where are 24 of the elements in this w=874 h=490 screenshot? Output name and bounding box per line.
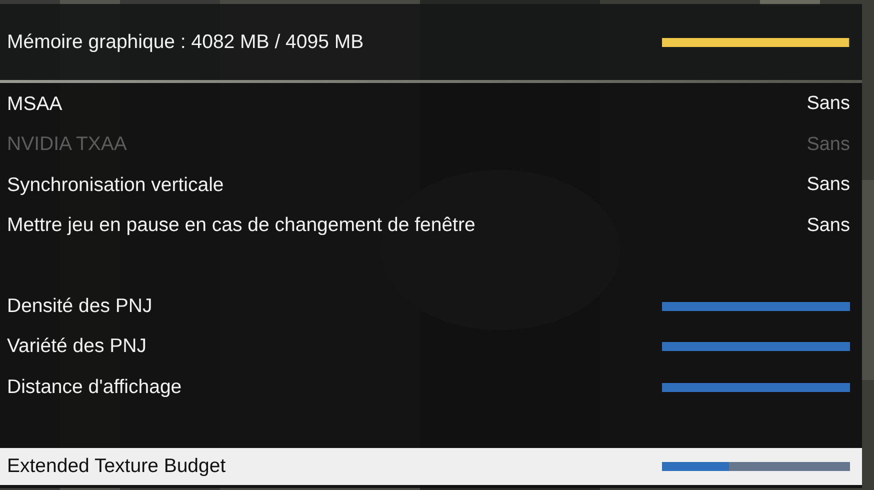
setting-label: Synchronisation verticale bbox=[7, 174, 224, 197]
setting-value: Sans bbox=[806, 93, 850, 116]
settings-row[interactable]: Extended Texture Budget bbox=[0, 448, 862, 484]
setting-label: Distance d'affichage bbox=[7, 376, 182, 399]
setting-label: Densité des PNJ bbox=[7, 294, 152, 318]
memory-label: Mémoire graphique : 4082 MB / 4095 MB bbox=[7, 30, 364, 54]
setting-label: Mettre jeu en pause en cas de changement de fenêtre bbox=[7, 214, 476, 238]
settings-row[interactable]: Mettre jeu en pause en cas de changement de fenêtre Sans bbox=[0, 206, 862, 246]
slider-fill[interactable] bbox=[662, 342, 850, 352]
setting-label: Extended Texture Budget bbox=[7, 454, 226, 478]
slider-fill[interactable] bbox=[662, 382, 850, 392]
settings-row[interactable]: MSAA Sans bbox=[0, 84, 862, 124]
setting-value: Sans bbox=[806, 214, 850, 237]
settings-row[interactable]: Synchronisation verticale Sans bbox=[0, 165, 862, 206]
settings-row[interactable]: Variété des PNJ bbox=[0, 326, 862, 367]
slider-fill[interactable] bbox=[662, 462, 729, 470]
setting-value: Sans bbox=[806, 174, 850, 196]
settings-row[interactable]: Densité des PNJ bbox=[0, 286, 862, 326]
setting-label: NVIDIA TXAA bbox=[7, 133, 127, 156]
slider-fill[interactable] bbox=[662, 302, 850, 311]
setting-label: Variété des PNJ bbox=[7, 335, 146, 358]
settings-row[interactable]: Distance d'affichage bbox=[0, 367, 862, 408]
setting-value: Sans bbox=[806, 134, 850, 156]
setting-label: MSAA bbox=[7, 92, 62, 116]
